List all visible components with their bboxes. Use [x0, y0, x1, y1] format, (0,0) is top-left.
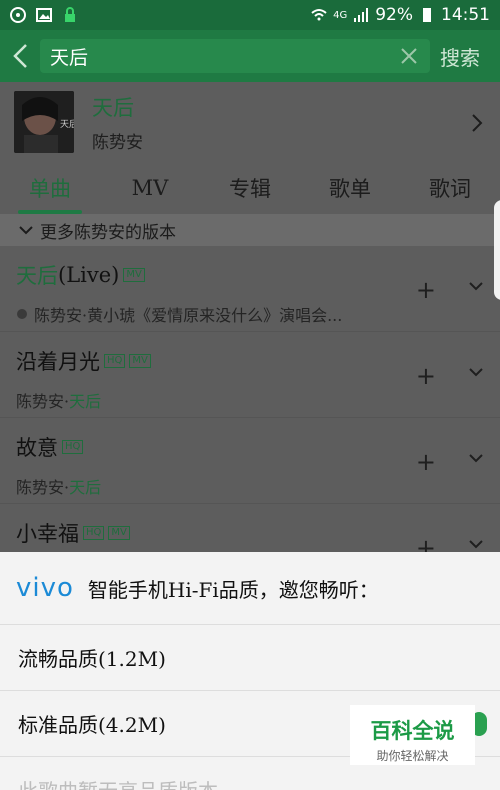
globe-icon — [17, 309, 27, 319]
song-subtitle-text: 陈势安·黄小琥《爱情原来没什么》演唱会... — [34, 306, 343, 325]
artist-info: 天后 陈势安 — [92, 92, 143, 153]
search-results: 天后 天后 陈势安 单曲 MV 专辑 歌单 歌词 更多陈势安的版本 天后 (Li… — [0, 82, 500, 590]
back-button[interactable] — [0, 30, 40, 82]
signal-icon — [354, 8, 369, 22]
sheet-title: 智能手机Hi-Fi品质，邀您畅听： — [87, 577, 379, 602]
more-versions-label: 更多陈势安的版本 — [40, 222, 176, 243]
mv-badge: MV — [129, 354, 151, 368]
search-input[interactable] — [50, 45, 398, 67]
artist-card-name: 陈势安 — [92, 132, 143, 153]
lock-notification-icon — [65, 7, 75, 22]
song-title-rest: 沿着月光 — [16, 350, 100, 374]
hq-badge: HQ — [83, 526, 105, 540]
artist-card[interactable]: 天后 天后 陈势安 — [0, 82, 500, 162]
status-bar: 4G 92% 14:51 — [0, 0, 500, 30]
song-subtitle-album: 天后 — [69, 478, 102, 497]
battery-icon — [423, 8, 431, 22]
tab-bar: 单曲 MV 专辑 歌单 歌词 — [0, 162, 500, 214]
tab-album[interactable]: 专辑 — [200, 173, 300, 203]
back-arrow-icon — [13, 44, 27, 68]
tab-single[interactable]: 单曲 — [0, 173, 100, 203]
network-type: 4G — [333, 9, 348, 21]
expand-icon[interactable] — [468, 280, 484, 292]
quality-option-smooth[interactable]: 流畅品质(1.2M) — [0, 624, 500, 690]
search-toolbar: 搜索 — [0, 30, 500, 82]
wifi-icon — [311, 9, 327, 21]
edge-handle[interactable] — [494, 200, 500, 300]
song-subtitle: 陈势安·黄小琥《爱情原来没什么》演唱会... — [16, 302, 500, 326]
song-subtitle-artist: 陈势安· — [16, 392, 70, 411]
song-subtitle-album: 天后 — [69, 392, 102, 411]
tab-playlist[interactable]: 歌单 — [300, 173, 400, 203]
battery-percent: 92% — [375, 5, 413, 25]
mv-badge: MV — [123, 268, 145, 282]
song-item[interactable]: 故意 HQ 陈势安· 天后 + — [0, 418, 500, 504]
song-subtitle: 陈势安· 天后 — [16, 474, 500, 498]
search-box[interactable] — [40, 39, 430, 73]
chevron-down-icon — [19, 226, 33, 235]
tab-mv[interactable]: MV — [100, 176, 200, 200]
image-notification-icon — [36, 8, 52, 22]
vivo-logo: vivo — [16, 573, 74, 603]
clear-icon[interactable] — [398, 45, 420, 67]
song-item[interactable]: 天后 (Live) MV 陈势安·黄小琥《爱情原来没什么》演唱会... + — [0, 246, 500, 332]
expand-icon[interactable] — [468, 452, 484, 464]
hq-badge: HQ — [62, 440, 84, 454]
song-item[interactable]: 沿着月光 HQ MV 陈势安· 天后 + — [0, 332, 500, 418]
watermark-subtitle: 助你轻松解决 — [376, 749, 449, 763]
tab-lyrics[interactable]: 歌词 — [400, 173, 500, 203]
add-button[interactable]: + — [416, 448, 436, 476]
song-title-rest: 小幸福 — [16, 522, 79, 546]
artist-avatar: 天后 — [14, 91, 74, 153]
status-left — [10, 7, 78, 23]
song-title-rest: (Live) — [58, 263, 120, 287]
sheet-header: vivo 智能手机Hi-Fi品质，邀您畅听： — [0, 552, 500, 624]
clock: 14:51 — [441, 5, 490, 25]
watermark-title: 百科全说 — [370, 719, 455, 743]
song-subtitle-artist: 陈势安· — [16, 478, 70, 497]
hq-badge: HQ — [104, 354, 126, 368]
song-title-rest: 故意 — [16, 436, 58, 460]
status-right: 4G 92% 14:51 — [311, 5, 490, 25]
song-list: 天后 (Live) MV 陈势安·黄小琥《爱情原来没什么》演唱会... + 沿着… — [0, 246, 500, 590]
mv-badge: MV — [108, 526, 130, 540]
add-button[interactable]: + — [416, 362, 436, 390]
app-notification-icon — [10, 7, 26, 23]
more-versions-row[interactable]: 更多陈势安的版本 — [0, 214, 500, 246]
watermark: 百科全说 助你轻松解决 — [350, 705, 475, 765]
cover-logo-text: 天后 — [60, 119, 74, 130]
song-title-highlight: 天后 — [16, 264, 58, 288]
expand-icon[interactable] — [468, 366, 484, 378]
album-cover-image: 天后 — [14, 91, 74, 153]
chevron-right-icon — [472, 114, 483, 132]
artist-card-title: 天后 — [92, 95, 134, 120]
add-button[interactable]: + — [416, 276, 436, 304]
song-subtitle: 陈势安· 天后 — [16, 388, 500, 412]
search-button[interactable]: 搜索 — [440, 42, 480, 71]
expand-icon[interactable] — [468, 538, 484, 550]
